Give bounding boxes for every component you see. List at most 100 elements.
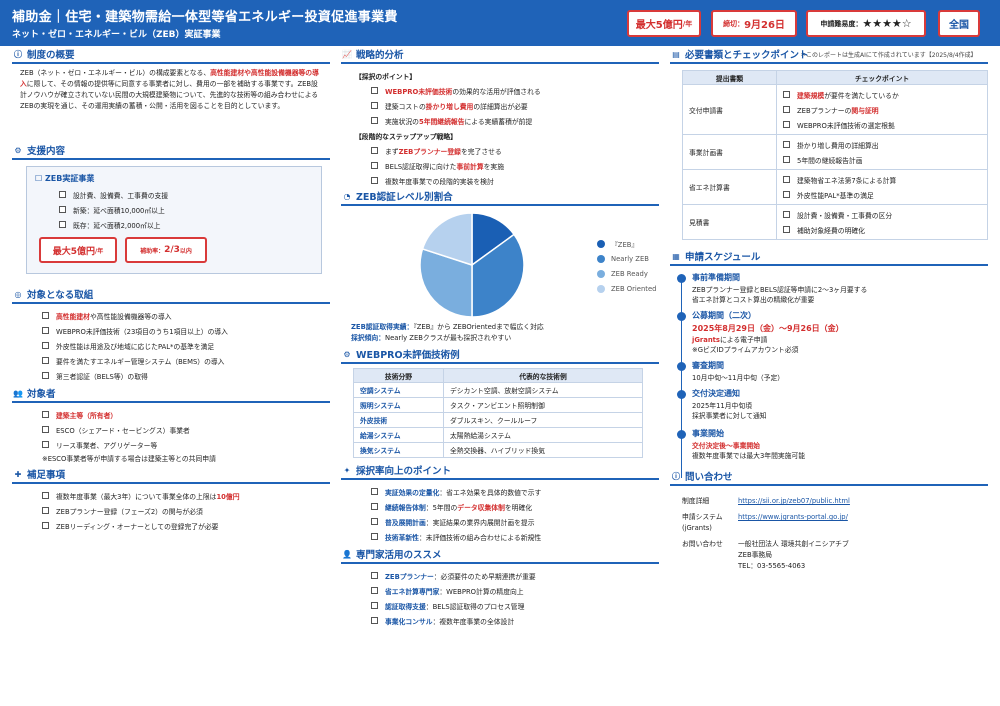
table-header-row: 提出書類 チェックポイント [682, 70, 988, 85]
checkbox-icon [42, 507, 49, 514]
deadline-badge: 締切： 9月26日 [711, 10, 797, 37]
list-item-highlight: WEBPRO未評価技術 [385, 87, 453, 96]
support-items: 設計費、設備費、工事費の支援 新築：延べ面積10,000㎡以上 既存：延べ面積2… [35, 187, 313, 232]
support-max-value: 最大5億円 [52, 246, 96, 257]
support-rate-value: 2/3 [164, 245, 180, 255]
info-icon: ⓘ [672, 471, 680, 481]
list-item: 補助対象経費の明確化 [783, 222, 981, 237]
timeline-dot [677, 430, 686, 439]
documents-heading: ▤ 必要書類とチェックポイント [670, 48, 988, 64]
experts-section: 👤 専門家活用のススメ ZEBプランナー ：必須要件のため早期連携が重要 省エネ計算… [341, 548, 659, 628]
support-rate-unit: 以内 [179, 247, 192, 255]
table-row: 省エネ計算書 建築物省エネ法第7条による計算 外皮性能PAL*基準の満足 [682, 169, 988, 205]
checkbox-icon [42, 492, 49, 499]
list-item-label: 普及展開計画 [385, 518, 426, 527]
schedule-step-text: 複数年度事業では最大3年間実施可能 [692, 452, 806, 460]
contact-link[interactable]: https://sii.or.jp/zeb07/public.html [738, 496, 850, 507]
schedule-step-text: ZEBプランナー登録とBELS認証等申請に2〜3ヶ月要する [692, 286, 868, 294]
list-item-text: ：WEBPRO計算の精度向上 [439, 587, 524, 596]
improve-title: 採択率向上のポイント [356, 466, 452, 477]
targets-heading: 👥 対象者 [12, 387, 330, 403]
list-item: ZEBプランナー ：必須要件のため早期連携が重要 [371, 568, 659, 583]
list-item-text: 要件を満たすエネルギー管理システム（BEMS）の導入 [56, 357, 225, 366]
list-item-label: 事業化コンサル [385, 617, 433, 626]
support-item: 設計費、設備費、工事費の支援 [59, 187, 313, 202]
schedule-step: 審査期間 10月中旬〜11月中旬（予定） [677, 360, 988, 388]
list-item-text: ：5年間の [425, 503, 458, 512]
list-item-text: 実施状況の [385, 117, 419, 126]
table-header: 技術分野 [353, 368, 444, 383]
list-item: 省エネ計算専門家 ：WEBPRO計算の精度向上 [371, 583, 659, 598]
checkbox-icon [59, 221, 66, 228]
legend-item: Nearly ZEB [597, 251, 656, 266]
overview-text: ZEB（ネット・ゼロ・エネルギー・ビル）の構成要素となる、高性能建材や高性能設備… [12, 68, 330, 144]
deadline-value: 9月26日 [744, 20, 785, 31]
strategy-title: 戦略的分析 [356, 50, 404, 61]
checkbox-icon [42, 342, 49, 349]
list-item-text: 第三者認証（BELS等）の取得 [56, 372, 148, 381]
list-item: ZEBプランナー登録（フェーズ2）の関与が必須 [42, 503, 330, 518]
list-item-text: リース事業者、アグリゲーター等 [56, 441, 158, 450]
checkbox-icon [783, 106, 790, 113]
webpro-title: WEBPRO未評価技術例 [356, 350, 460, 361]
checkbox-icon [371, 117, 378, 124]
list-item: 実施状況の 5年間継続報告 による実績蓄積が前提 [371, 113, 659, 128]
table-row: 換気システム 全熱交換器、ハイブリッド換気 [353, 442, 643, 458]
zeb-level-title: ZEB認証レベル別割合 [356, 192, 453, 203]
webpro-table: 技術分野 代表的な技術例 空調システム デシカント空調、放射空調システム 照明システ… [353, 368, 643, 458]
contact-value: 一般社団法人 環境共創イニシアチブ ZEB事務局 TEL：03-5565-4063 [738, 539, 849, 572]
table-row: 外皮技術 ダブルスキン、クールルーフ [353, 412, 643, 428]
schedule-step: 公募期間（二次） 2025年8月29日（金）〜9月26日（金） jGrantsに… [677, 310, 988, 360]
list-item: 外皮性能PAL*基準の満足 [783, 187, 981, 202]
overview-title: 制度の概要 [27, 50, 75, 61]
list-item-label: 認証取得支援 [385, 602, 426, 611]
strategy-section: 📈 戦略的分析 【採択のポイント】 WEBPRO未評価技術 の効果的な活用が評価され… [341, 48, 659, 188]
list-item: まず ZEBプランナー登録 を完了させる [371, 143, 659, 158]
schedule-heading: ▦ 申請スケジュール [670, 250, 988, 266]
supplement-section: ✚ 補足事項 複数年度事業（最大3年）について事業全体の上限は 10億円 ZEBプラ… [12, 468, 330, 533]
overview-p1: ZEB（ネット・ゼロ・エネルギー・ビル）の構成要素となる、 [20, 69, 211, 77]
checkbox-icon [783, 91, 790, 98]
list-item-text: 外皮性能は用途及び地域に応じたPAL*の基準を満足 [56, 342, 215, 351]
list-item: 外皮性能は用途及び地域に応じたPAL*の基準を満足 [42, 338, 330, 353]
legend-item: ZEB Ready [597, 266, 656, 281]
checkbox-icon [42, 312, 49, 319]
calendar-icon: ▦ [672, 251, 680, 261]
timeline-dot [677, 390, 686, 399]
schedule-step-text: 採択事業者に対して通知 [692, 412, 767, 420]
timeline-dot [677, 362, 686, 371]
list-item: 複数年度事業での段階的実装を検討 [371, 173, 659, 188]
list-item-highlight: 関与証明 [851, 106, 879, 115]
difficulty-badge: 申請難易度： ★★★★☆ [806, 10, 926, 37]
gear-icon: ⚙ [343, 349, 351, 359]
list-item-text: ZEBリーディング・オーナーとしての登録完了が必要 [56, 522, 219, 531]
strategy-subheading: 【段階的なステップアップ戦略】 [355, 132, 457, 141]
list-item: ZEBリーディング・オーナーとしての登録完了が必要 [42, 518, 330, 533]
support-item-text: 新築：延べ面積10,000㎡以上 [73, 206, 165, 215]
contact-row: お問い合わせ 一般社団法人 環境共創イニシアチブ ZEB事務局 TEL：03-5565… [682, 539, 988, 572]
support-max-unit: /年 [95, 247, 104, 255]
schedule-title: 申請スケジュール [685, 252, 761, 263]
contact-heading: ⓘ 問い合わせ [670, 470, 988, 486]
contact-link[interactable]: https://www.jgrants-portal.go.jp/ [738, 512, 848, 534]
legend-label: ZEB Oriented [611, 284, 657, 293]
list-item: 第三者認証（BELS等）の取得 [42, 368, 330, 383]
table-cell: デシカント空調、放射空調システム [443, 382, 643, 398]
target-icon: ◎ [14, 289, 22, 299]
table-row: 照明システム タスク・アンビエント照明制御 [353, 397, 643, 413]
list-item-label: 技術革新性 [385, 533, 419, 542]
checkbox-icon [783, 226, 790, 233]
checkbox-icon [783, 141, 790, 148]
checkbox-icon [371, 177, 378, 184]
list-item-text: を実施 [483, 162, 505, 171]
handshake-icon: ⚙ [14, 145, 22, 155]
legend-swatch [597, 254, 605, 263]
max-amount-value: 最大5億円 [635, 20, 683, 31]
table-row: 見積書 設計費・設備費・工事費の区分 補助対象経費の明確化 [682, 204, 988, 240]
schedule-step-title: 事前準備期間 [692, 273, 740, 282]
list-item-text: ：複数年度事業の全体設計 [432, 617, 515, 626]
checkbox-icon: ☐ [35, 174, 43, 183]
list-item-text: ：必須要件のため早期連携が重要 [433, 572, 536, 581]
schedule-step-title: 審査期間 [692, 361, 724, 370]
zeb-chart-area: 『ZEB』 Nearly ZEB ZEB Ready ZEB Oriented [341, 210, 659, 322]
